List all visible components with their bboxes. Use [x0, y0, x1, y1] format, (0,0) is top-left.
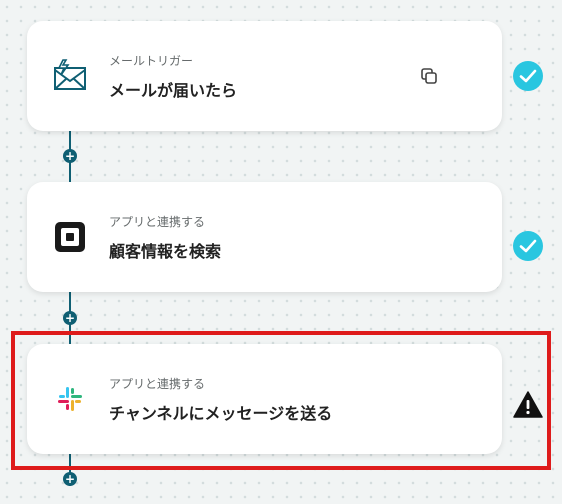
flow-step-card-mail-trigger[interactable]: メールトリガー メールが届いたら — [27, 21, 502, 131]
mail-icon — [54, 59, 86, 90]
step-category-label: メールトリガー — [109, 54, 194, 68]
step-title: 顧客情報を検索 — [109, 242, 222, 261]
step-title: チャンネルにメッセージを送る — [109, 404, 333, 423]
flow-step-card-search-customer[interactable]: アプリと連携する 顧客情報を検索 — [27, 182, 502, 292]
check-circle-icon — [513, 61, 543, 91]
add-step-button[interactable]: + — [63, 149, 77, 163]
slack-icon — [58, 387, 82, 411]
copy-icon[interactable] — [420, 67, 438, 85]
step-category-label: アプリと連携する — [109, 215, 206, 229]
square-app-icon — [55, 222, 85, 252]
add-step-button[interactable]: + — [63, 311, 77, 325]
step-title: メールが届いたら — [109, 81, 238, 100]
check-circle-icon — [513, 231, 543, 261]
flow-step-card-slack-message[interactable]: アプリと連携する チャンネルにメッセージを送る — [27, 344, 502, 454]
warning-icon — [513, 391, 543, 418]
add-step-button[interactable]: + — [63, 472, 77, 486]
step-category-label: アプリと連携する — [109, 377, 206, 391]
